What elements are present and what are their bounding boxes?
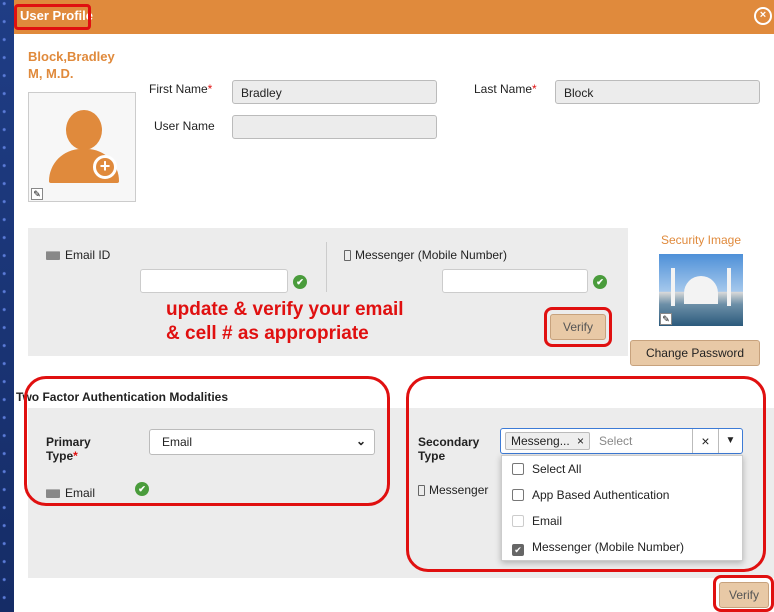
annotation-line2: & cell # as appropriate xyxy=(166,323,369,344)
email-input[interactable] xyxy=(140,269,288,293)
messenger-verified-check-icon: ✔ xyxy=(593,275,607,289)
verify-contact-highlight-box xyxy=(544,307,612,347)
messenger-label: Messenger (Mobile Number) xyxy=(344,248,507,262)
display-name: Block,Bradley M, M.D. xyxy=(28,48,128,82)
user-name-field[interactable] xyxy=(232,115,437,139)
user-profile-dialog: User Profile × Block,Bradley M, M.D. + ✎… xyxy=(14,0,774,612)
secondary-highlight-box xyxy=(406,376,766,572)
envelope-icon xyxy=(46,251,60,261)
verify-two-factor-highlight-box xyxy=(713,575,774,612)
display-name-line2: M, M.D. xyxy=(28,66,74,81)
avatar-head-shape xyxy=(66,110,102,150)
first-name-field[interactable]: Bradley xyxy=(232,80,437,104)
email-id-label: Email ID xyxy=(46,248,110,262)
background-left-edge xyxy=(0,0,14,612)
close-icon[interactable]: × xyxy=(754,7,772,25)
security-image[interactable]: ✎ xyxy=(659,254,743,326)
add-photo-icon: + xyxy=(93,155,117,179)
edit-avatar-icon[interactable]: ✎ xyxy=(31,188,43,200)
title-highlight-box xyxy=(14,4,91,30)
taj-mahal-shape xyxy=(684,276,718,304)
contact-divider xyxy=(326,242,327,292)
security-image-title: Security Image xyxy=(661,233,742,247)
last-name-label: Last Name* xyxy=(474,82,537,96)
email-verified-check-icon: ✔ xyxy=(293,275,307,289)
annotation-line1: update & verify your email xyxy=(166,299,404,320)
dialog-titlebar: User Profile × xyxy=(14,0,774,34)
mobile-phone-icon xyxy=(344,250,351,262)
last-name-field[interactable]: Block xyxy=(555,80,760,104)
edit-security-image-icon[interactable]: ✎ xyxy=(660,313,672,325)
change-password-button[interactable]: Change Password xyxy=(630,340,760,366)
display-name-line1: Block,Bradley xyxy=(28,49,115,64)
user-name-label: User Name xyxy=(154,119,215,133)
primary-highlight-box xyxy=(24,376,390,506)
first-name-label: First Name* xyxy=(149,82,213,96)
messenger-input[interactable] xyxy=(442,269,588,293)
avatar[interactable]: + ✎ xyxy=(28,92,136,202)
